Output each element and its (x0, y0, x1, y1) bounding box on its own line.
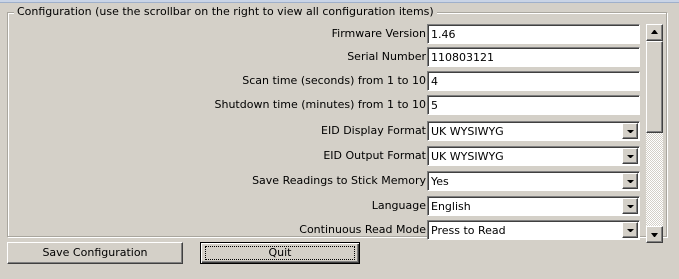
serial-number-row: Serial Number 110803121 (0, 47, 640, 67)
eid-display-format-select[interactable]: UK WYSIWYG (427, 121, 640, 141)
eid-display-format-label: EID Display Format (321, 124, 426, 137)
eid-output-format-select[interactable]: UK WYSIWYG (427, 146, 640, 166)
scrollbar-thumb[interactable] (646, 41, 663, 133)
firmware-version-label: Firmware Version (331, 27, 426, 40)
continuous-read-mode-dropdown-button[interactable] (622, 222, 638, 238)
continuous-read-mode-select[interactable]: Press to Read (427, 220, 640, 240)
language-label: Language (371, 199, 426, 212)
save-readings-dropdown-button[interactable] (622, 173, 638, 189)
quit-button[interactable]: Quit (200, 242, 360, 264)
firmware-version-row: Firmware Version 1.46 (0, 24, 640, 44)
eid-display-format-value: UK WYSIWYG (431, 125, 504, 138)
serial-number-field[interactable]: 110803121 (427, 47, 640, 67)
scroll-up-arrow-icon[interactable] (646, 24, 663, 41)
scan-time-row: Scan time (seconds) from 1 to 10 4 (0, 71, 640, 91)
scan-time-field[interactable]: 4 (427, 71, 640, 91)
eid-output-format-dropdown-button[interactable] (622, 148, 638, 164)
window-top-edge (0, 0, 679, 3)
language-value: English (431, 200, 471, 213)
shutdown-time-label: Shutdown time (minutes) from 1 to 10 (214, 98, 427, 111)
language-dropdown-button[interactable] (622, 198, 638, 214)
scroll-down-arrow-icon[interactable] (646, 226, 663, 243)
eid-output-format-row: EID Output Format UK WYSIWYG (0, 146, 640, 166)
save-configuration-button[interactable]: Save Configuration (7, 242, 183, 264)
quit-button-label: Quit (268, 246, 292, 259)
scan-time-label: Scan time (seconds) from 1 to 10 (242, 74, 426, 87)
language-row: Language English (0, 196, 640, 216)
continuous-read-mode-label: Continuous Read Mode (299, 223, 426, 236)
save-readings-row: Save Readings to Stick Memory Yes (0, 171, 640, 191)
eid-display-format-row: EID Display Format UK WYSIWYG (0, 121, 640, 141)
eid-display-format-dropdown-button[interactable] (622, 123, 638, 139)
shutdown-time-field[interactable]: 5 (427, 95, 640, 115)
configuration-group-title: Configuration (use the scrollbar on the … (14, 5, 437, 19)
serial-number-label: Serial Number (347, 50, 426, 63)
shutdown-time-row: Shutdown time (minutes) from 1 to 10 5 (0, 95, 640, 115)
firmware-version-field[interactable]: 1.46 (427, 24, 640, 44)
continuous-read-mode-value: Press to Read (431, 224, 506, 237)
eid-output-format-value: UK WYSIWYG (431, 150, 504, 163)
continuous-read-mode-row: Continuous Read Mode Press to Read (0, 220, 640, 240)
language-select[interactable]: English (427, 196, 640, 216)
save-readings-value: Yes (431, 175, 449, 188)
save-readings-select[interactable]: Yes (427, 171, 640, 191)
eid-output-format-label: EID Output Format (323, 149, 426, 162)
configuration-scrollbar[interactable] (646, 24, 663, 243)
save-readings-label: Save Readings to Stick Memory (252, 174, 426, 187)
